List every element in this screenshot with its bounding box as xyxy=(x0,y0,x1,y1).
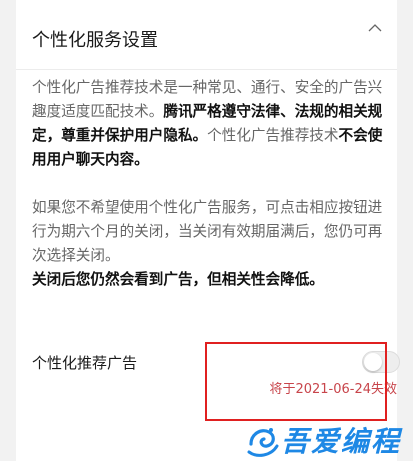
description-paragraph-2: 如果您不希望使用个性化广告服务，可点击相应按钮进行为期六个月的关闭，当关闭有效期… xyxy=(32,199,383,264)
description-paragraph-1: 个性化广告推荐技术是一种常见、通行、安全的广告兴趣度适度匹配技术。腾讯严格遵守法… xyxy=(32,79,383,168)
highlight-box xyxy=(205,342,387,421)
swirl-logo-icon xyxy=(247,428,279,457)
description-text: 个性化广告推荐技术是一种常见、通行、安全的广告兴趣度适度匹配技术。腾讯严格遵守法… xyxy=(32,76,387,292)
chevron-up-icon[interactable] xyxy=(367,20,383,36)
description-paragraph-3: 关闭后您仍然会看到广告，但相关性会降低。 xyxy=(32,271,324,288)
watermark-text: 吾爱编程 xyxy=(281,425,402,458)
panel-header[interactable]: 个性化服务设置 xyxy=(16,0,397,70)
watermark: 吾爱编程 xyxy=(245,424,411,460)
setting-label: 个性化推荐广告 xyxy=(32,354,138,372)
panel-title: 个性化服务设置 xyxy=(32,30,158,51)
